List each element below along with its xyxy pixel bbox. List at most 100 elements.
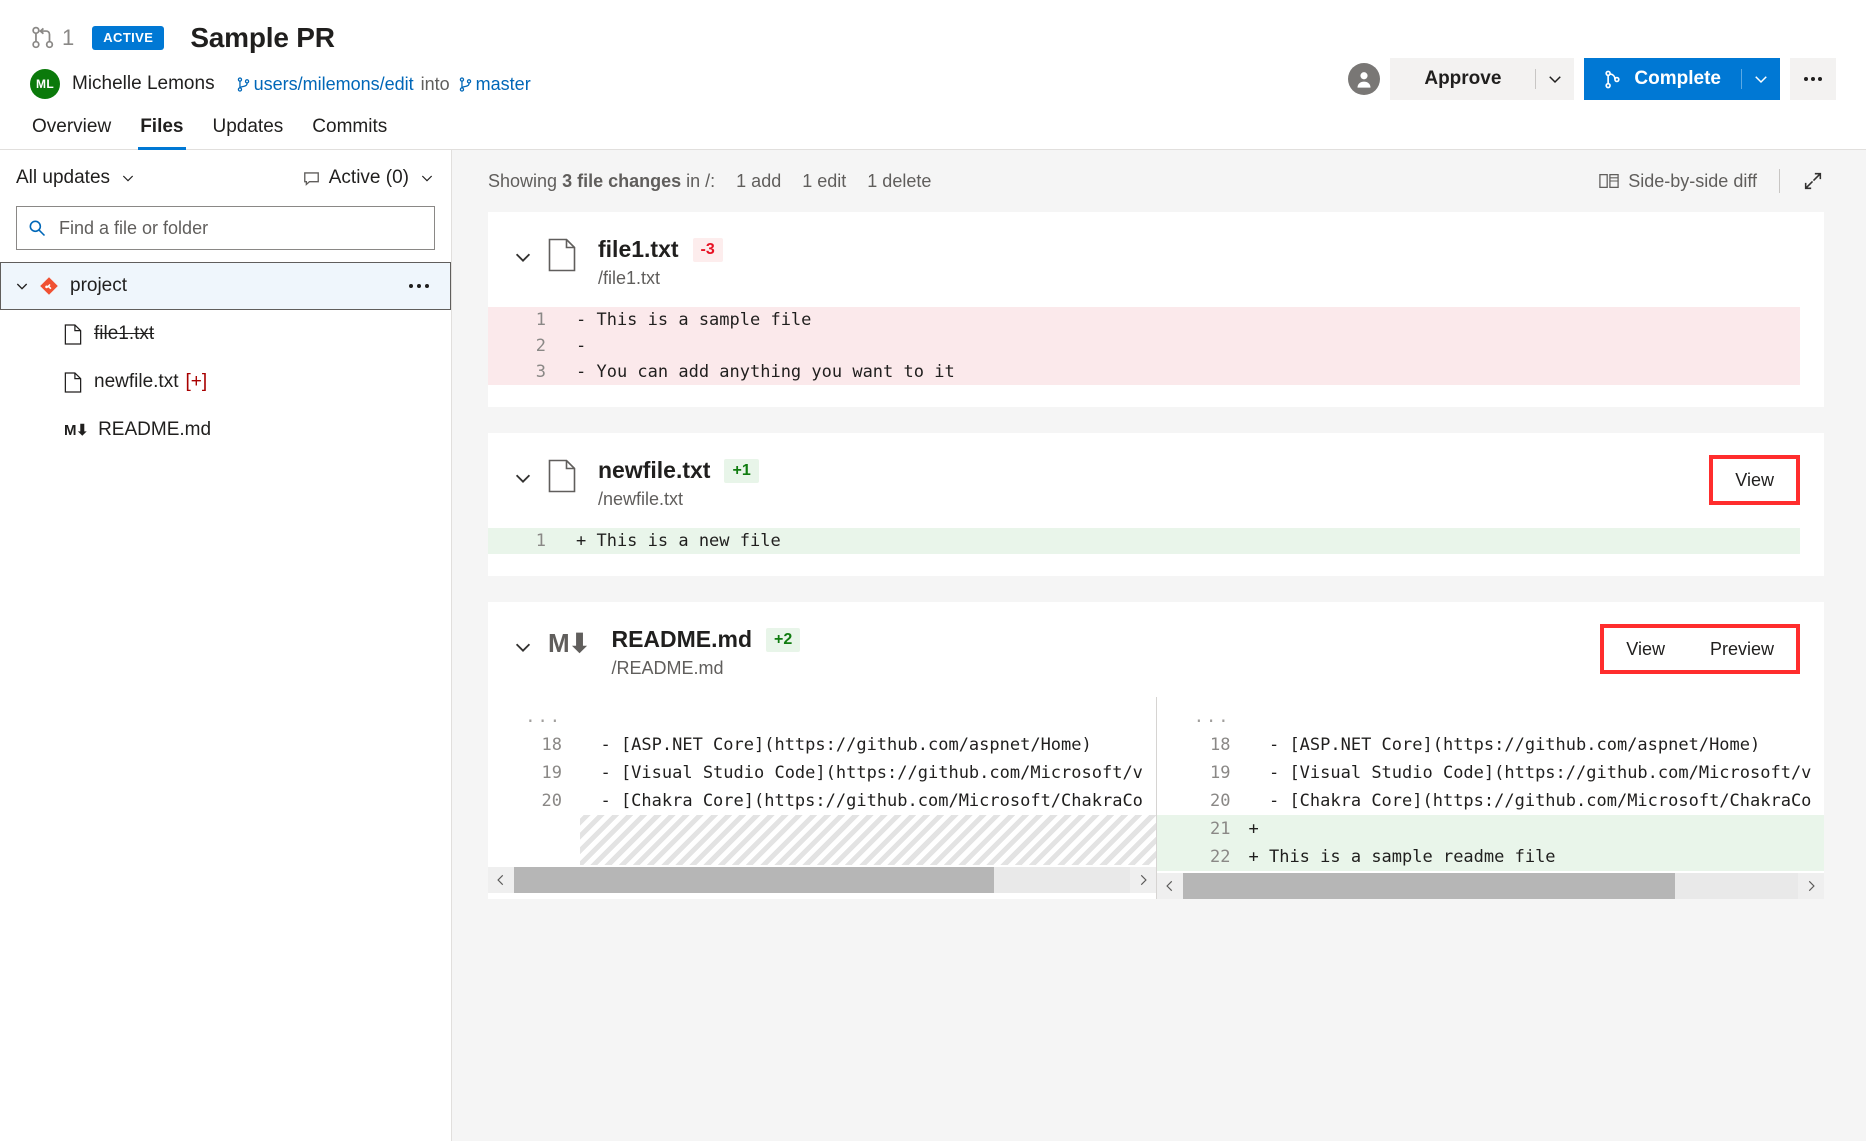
tab-files[interactable]: Files <box>138 112 185 149</box>
line-content: + <box>1249 815 1825 843</box>
tree-item-file1[interactable]: file1.txt <box>0 310 451 358</box>
tab-updates[interactable]: Updates <box>211 112 286 149</box>
line-content: + This is a sample readme file <box>1249 843 1825 871</box>
source-branch-link[interactable]: users/milemons/edit <box>254 74 414 95</box>
search-icon <box>27 218 47 238</box>
diff-pane: Showing 3 file changes in /: 1 add 1 edi… <box>452 150 1866 1141</box>
diff-line: 19 - [Visual Studio Code](https://github… <box>488 759 1156 787</box>
reviewer-avatar[interactable] <box>1348 63 1380 95</box>
complete-button-label: Complete <box>1634 68 1721 90</box>
scroll-left-button[interactable] <box>488 873 514 887</box>
scrollbar-track[interactable] <box>1183 873 1799 899</box>
scroll-left-button[interactable] <box>1157 879 1183 893</box>
showing-prefix: Showing <box>488 171 557 191</box>
tree-item-added-tag: [+] <box>185 371 207 393</box>
preview-button[interactable]: Preview <box>1687 628 1796 670</box>
diff-card-newfile: newfile.txt +1 /newfile.txt View <box>488 433 1824 576</box>
search-box[interactable] <box>16 206 435 250</box>
view-mode-toggle[interactable]: Side-by-side diff <box>1599 171 1757 192</box>
line-content: - <box>566 333 1800 359</box>
showing-in: in /: <box>686 171 715 191</box>
line-content: - [Visual Studio Code](https://github.co… <box>1249 759 1825 787</box>
chevron-left-icon <box>1163 879 1177 893</box>
file-icon <box>64 324 82 345</box>
line-content: - [Visual Studio Code](https://github.co… <box>580 759 1156 787</box>
updates-filter-dropdown[interactable]: All updates <box>16 167 136 189</box>
diff-card-readme: M⬇ README.md +2 /README.md View Previe <box>488 602 1824 899</box>
pr-number: 1 <box>62 25 74 51</box>
diff-card-actions: View Preview <box>1600 624 1800 674</box>
view-button[interactable]: View <box>1713 459 1796 501</box>
diff-line: 19 - [Visual Studio Code](https://github… <box>1157 759 1825 787</box>
chevron-right-icon <box>1136 873 1150 887</box>
diff-line: 3 - You can add anything you want to it <box>488 359 1800 385</box>
chevron-down-icon <box>120 170 136 186</box>
tree-item-project[interactable]: project <box>0 262 451 310</box>
file-path: /newfile.txt <box>598 489 759 510</box>
added-lines-block: 1 + This is a new file <box>488 528 1800 554</box>
horizontal-scrollbar[interactable] <box>1157 873 1825 899</box>
scroll-right-button[interactable] <box>1130 873 1156 887</box>
comments-filter-dropdown[interactable]: Active (0) <box>302 167 435 189</box>
page-title: Sample PR <box>190 22 334 54</box>
delta-badge: +1 <box>724 459 758 483</box>
header-actions: Approve Complete <box>1348 58 1836 100</box>
line-content: - [Chakra Core](https://github.com/Micro… <box>580 787 1156 815</box>
author-name: Michelle Lemons <box>72 73 215 95</box>
target-branch-link[interactable]: master <box>476 74 531 95</box>
scrollbar-thumb[interactable] <box>514 867 994 893</box>
scrollbar-thumb[interactable] <box>1183 873 1675 899</box>
diff-card-name-row: newfile.txt +1 <box>598 457 759 484</box>
line-content: - This is a sample file <box>566 307 1800 333</box>
line-number: 20 <box>488 787 580 815</box>
tree-item-newfile[interactable]: newfile.txt [+] <box>0 358 451 406</box>
markdown-icon: M⬇ <box>64 421 88 439</box>
diff-line: 1 - This is a sample file <box>488 307 1800 333</box>
view-button[interactable]: View <box>1604 628 1687 670</box>
tab-overview[interactable]: Overview <box>30 112 113 149</box>
file-tree-pane: All updates Active (0) <box>0 150 452 1141</box>
diff-body: 1 - This is a sample file 2 - 3 - You ca… <box>488 307 1824 407</box>
more-options-button[interactable] <box>1790 58 1836 100</box>
diff-body: 1 + This is a new file <box>488 528 1824 576</box>
horizontal-scrollbar[interactable] <box>488 867 1156 893</box>
person-icon <box>1351 66 1377 92</box>
delta-badge: -3 <box>693 238 723 262</box>
branch-info: users/milemons/edit into master <box>235 74 531 95</box>
chevron-down-icon[interactable] <box>512 246 534 268</box>
tree-item-readme[interactable]: M⬇ README.md <box>0 406 451 454</box>
line-content: + This is a new file <box>566 528 1800 554</box>
diff-card-name-row: README.md +2 <box>611 626 800 653</box>
diff-line-ellipsis: ... <box>488 703 1156 731</box>
line-number: 3 <box>488 359 566 385</box>
file-name: file1.txt <box>598 236 679 263</box>
diff-line: 22 + This is a sample readme file <box>1157 843 1825 871</box>
expand-diagonal-icon[interactable] <box>1802 170 1824 192</box>
tree-item-label: README.md <box>98 419 211 441</box>
comments-filter-label: Active (0) <box>329 167 409 189</box>
tab-commits[interactable]: Commits <box>310 112 389 149</box>
complete-dropdown-button[interactable] <box>1742 58 1780 100</box>
chevron-down-icon[interactable] <box>512 467 534 489</box>
annotation-highlight: View Preview <box>1600 624 1800 674</box>
approve-dropdown-button[interactable] <box>1536 58 1574 100</box>
search-input[interactable] <box>59 218 424 239</box>
diff-card-file1: file1.txt -3 /file1.txt 1 - This is a sa… <box>488 212 1824 407</box>
diff-card-header: M⬇ README.md +2 /README.md View Previe <box>488 602 1824 697</box>
file-path: /file1.txt <box>598 268 723 289</box>
chevron-down-icon[interactable] <box>512 636 534 658</box>
dot <box>1818 77 1822 81</box>
approve-button[interactable]: Approve <box>1390 58 1535 100</box>
line-number: ... <box>488 703 580 731</box>
file-name: newfile.txt <box>598 457 710 484</box>
file-icon <box>548 238 576 272</box>
line-content: - You can add anything you want to it <box>566 359 1800 385</box>
file-search-wrap <box>0 206 451 258</box>
scrollbar-track[interactable] <box>514 867 1130 893</box>
side-by-side-diff-icon <box>1599 172 1619 190</box>
complete-button[interactable]: Complete <box>1584 58 1741 100</box>
tree-item-more-button[interactable] <box>409 284 429 288</box>
chevron-left-icon <box>494 873 508 887</box>
line-number: 19 <box>1157 759 1249 787</box>
scroll-right-button[interactable] <box>1798 879 1824 893</box>
